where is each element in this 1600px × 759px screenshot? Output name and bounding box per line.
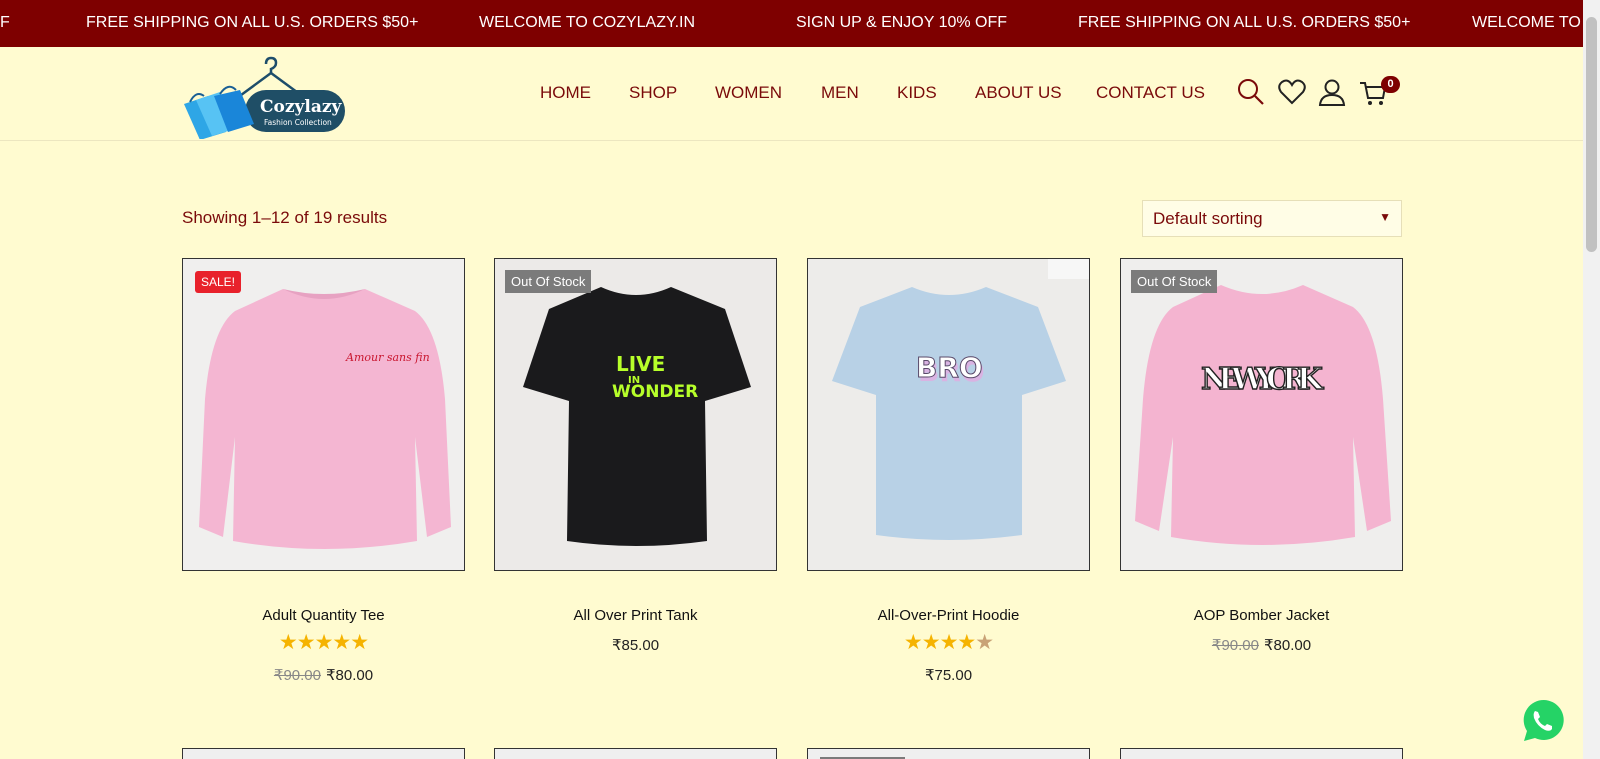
announcement-text: F	[0, 14, 10, 31]
nav-home[interactable]: HOME	[540, 83, 591, 103]
print-text: BRO	[916, 351, 983, 384]
product-image[interactable]: Amour sans fin SALE!	[182, 258, 465, 571]
product-price: ₹75.00	[807, 666, 1090, 684]
product-image[interactable]: BRO BRO	[807, 258, 1090, 571]
announcement-text: FREE SHIPPING ON ALL U.S. ORDERS $50+	[86, 14, 419, 31]
nav-about-us[interactable]: ABOUT US	[975, 83, 1062, 103]
out-of-stock-badge: Out Of Stock	[505, 270, 592, 293]
wishlist-heart-icon[interactable]	[1277, 77, 1307, 107]
product-card-partial[interactable]	[494, 748, 777, 759]
product-price: ₹90.00 ₹80.00	[182, 666, 465, 684]
announcement-bar: F FREE SHIPPING ON ALL U.S. ORDERS $50+ …	[0, 0, 1583, 47]
site-header: Cozylazy Fashion Collection HOME SHOP WO…	[0, 47, 1583, 141]
print-text: WONDER	[612, 382, 698, 402]
print-text: LIVE	[616, 352, 665, 376]
chevron-down-icon: ▼	[1379, 210, 1391, 224]
rating-stars: ★★★★★	[278, 630, 369, 654]
announcement-text: FREE SHIPPING ON ALL U.S. ORDERS $50+	[1078, 14, 1411, 31]
out-of-stock-badge: Out Of Stock	[1131, 270, 1218, 293]
result-count: Showing 1–12 of 19 results	[182, 208, 388, 227]
product-price: ₹85.00	[494, 636, 777, 654]
product-photo: BRO BRO	[808, 259, 1089, 570]
announcement-text: WELCOME TO COZYLAZY.IN	[479, 14, 696, 31]
whatsapp-icon[interactable]	[1518, 697, 1566, 745]
product-photo: Amour sans fin	[183, 259, 464, 570]
product-card-partial[interactable]	[1120, 748, 1403, 759]
announcement-text: WELCOME TO	[1472, 14, 1581, 31]
product-name[interactable]: Adult Quantity Tee	[182, 607, 465, 624]
product-photo: NEW YORK	[1121, 259, 1402, 570]
brand-tagline: Fashion Collection	[264, 118, 332, 127]
sort-dropdown[interactable]: Default sorting ▼	[1142, 200, 1402, 237]
nav-shop[interactable]: SHOP	[629, 83, 677, 103]
product-price: ₹90.00 ₹80.00	[1120, 636, 1403, 654]
nav-women[interactable]: WOMEN	[715, 83, 782, 103]
sort-selected-value: Default sorting	[1153, 209, 1263, 228]
cart-count-badge: 0	[1381, 76, 1400, 93]
product-image[interactable]: LIVE IN WONDER Out Of Stock	[494, 258, 777, 571]
nav-contact-us[interactable]: CONTACT US	[1096, 83, 1205, 103]
brand-name: Cozylazy	[260, 97, 343, 117]
old-price: ₹90.00	[273, 667, 321, 684]
site-logo[interactable]: Cozylazy Fashion Collection	[182, 54, 347, 140]
price-value: ₹75.00	[924, 667, 973, 684]
price-value: ₹85.00	[611, 637, 660, 654]
product-image[interactable]: NEW YORK Out Of Stock	[1120, 258, 1403, 571]
announcement-text: SIGN UP & ENJOY 10% OFF	[796, 14, 1008, 31]
product-name[interactable]: AOP Bomber Jacket	[1120, 607, 1403, 624]
sale-price: ₹80.00	[326, 667, 374, 684]
rating-stars: ★★★★★	[903, 630, 994, 654]
product-photo: LIVE IN WONDER	[495, 259, 776, 570]
product-name[interactable]: All-Over-Print Hoodie	[807, 607, 1090, 624]
product-card-partial[interactable]	[182, 748, 465, 759]
search-icon[interactable]	[1236, 77, 1266, 107]
scrollbar-thumb[interactable]	[1586, 17, 1597, 252]
print-text: Amour sans fin	[345, 351, 430, 364]
sale-price: ₹80.00	[1264, 637, 1312, 654]
sale-badge: SALE!	[195, 271, 242, 293]
nav-kids[interactable]: KIDS	[897, 83, 937, 103]
account-user-icon[interactable]	[1317, 77, 1347, 107]
nav-men[interactable]: MEN	[821, 83, 859, 103]
product-name[interactable]: All Over Print Tank	[494, 607, 777, 624]
page-scrollbar[interactable]	[1583, 0, 1600, 759]
print-text: NEW YORK	[1201, 362, 1324, 397]
old-price: ₹90.00	[1211, 637, 1259, 654]
product-card-partial[interactable]	[807, 748, 1090, 759]
logo-graphic: Cozylazy Fashion Collection	[184, 56, 345, 140]
